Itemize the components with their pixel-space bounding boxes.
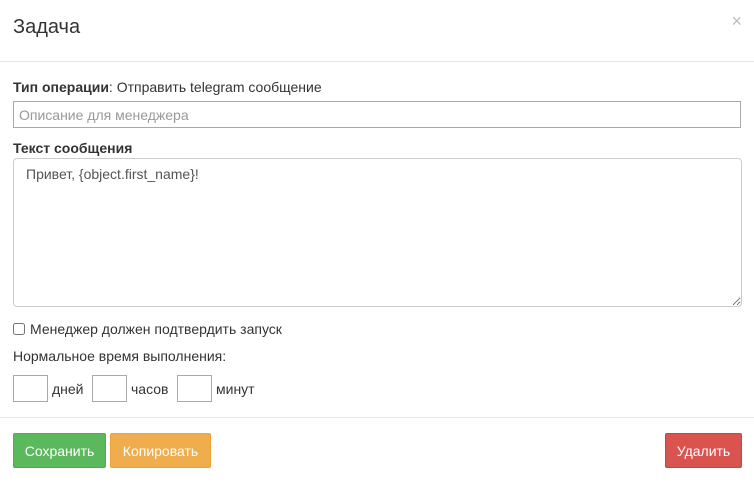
confirm-checkbox-label: Менеджер должен подтвердить запуск: [30, 321, 282, 337]
description-input[interactable]: [13, 101, 741, 128]
message-label: Текст сообщения: [13, 140, 133, 156]
hours-input[interactable]: [92, 375, 127, 402]
task-modal: Задача × Тип операции: Отправить telegra…: [0, 0, 754, 482]
modal-footer: Сохранить Копировать Удалить: [0, 417, 754, 482]
save-button[interactable]: Сохранить: [13, 433, 106, 468]
hours-group: часов: [92, 375, 168, 402]
days-input[interactable]: [13, 375, 48, 402]
message-textarea[interactable]: Привет, {object.first_name}!: [13, 158, 742, 307]
minutes-group: минут: [177, 375, 255, 402]
modal-title: Задача: [13, 16, 81, 38]
hours-label: часов: [131, 380, 169, 397]
delete-button[interactable]: Удалить: [665, 433, 742, 468]
close-icon[interactable]: ×: [731, 12, 742, 30]
operation-type-label: Тип операции: [13, 79, 109, 95]
minutes-input[interactable]: [177, 375, 212, 402]
confirm-checkbox-row[interactable]: Менеджер должен подтвердить запуск: [13, 321, 282, 337]
confirm-checkbox[interactable]: [13, 323, 25, 335]
copy-button[interactable]: Копировать: [110, 433, 211, 468]
days-label: дней: [52, 380, 84, 397]
days-group: дней: [13, 375, 84, 402]
operation-type: Тип операции: Отправить telegram сообщен…: [13, 79, 322, 95]
normal-time-label: Нормальное время выполнения:: [13, 348, 227, 364]
operation-type-value: Отправить telegram сообщение: [116, 79, 322, 95]
operation-type-separator: :: [108, 79, 113, 95]
modal-header: Задача ×: [0, 0, 754, 62]
minutes-label: минут: [216, 380, 255, 397]
